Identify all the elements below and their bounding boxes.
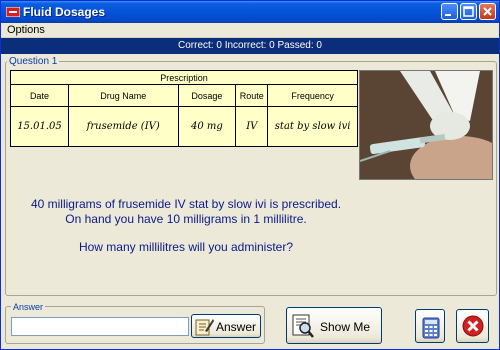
answer-button-label: Answer — [216, 320, 257, 334]
maximize-icon — [463, 6, 474, 17]
show-me-label: Show Me — [320, 320, 371, 334]
answer-legend: Answer — [11, 302, 46, 312]
exit-button[interactable] — [456, 309, 489, 343]
menu-bar: Options — [1, 23, 499, 38]
title-bar[interactable]: Fluid Dosages — [1, 1, 499, 23]
score-status-bar: Correct: 0 Incorrect: 0 Passed: 0 — [1, 38, 499, 54]
maximize-button[interactable] — [460, 3, 477, 20]
calculator-button[interactable] — [415, 309, 445, 343]
cell-drug: frusemide (IV) — [67, 106, 179, 147]
question-legend: Question 1 — [7, 56, 60, 67]
minimize-button[interactable] — [441, 3, 458, 20]
app-window: Fluid Dosages Options Correct: 0 Incorre… — [0, 0, 500, 350]
cell-route: IV — [235, 106, 269, 147]
col-header-drug: Drug Name — [67, 84, 179, 107]
col-header-date: Date — [10, 84, 69, 107]
calculator-icon — [422, 317, 440, 339]
app-icon — [6, 7, 20, 17]
prescription-title: Prescription — [10, 70, 358, 85]
show-me-button[interactable]: Show Me — [286, 307, 382, 344]
close-window-button[interactable] — [479, 3, 496, 20]
injection-photo — [359, 70, 493, 180]
col-header-route: Route — [235, 84, 269, 107]
answer-input[interactable] — [11, 317, 189, 336]
cell-dosage: 40 mg — [177, 106, 237, 147]
question-ask: How many millilitres will you administer… — [78, 240, 294, 254]
question-line-1: 40 milligrams of frusemide IV stat by sl… — [30, 197, 342, 211]
injection-illustration — [360, 71, 492, 179]
prescription-table: Prescription Date Drug Name Dosage Route… — [10, 70, 358, 147]
question-line-2: On hand you have 10 milligrams in 1 mill… — [65, 212, 307, 226]
hand-writing-icon — [195, 319, 214, 336]
close-icon — [483, 7, 492, 16]
answer-button[interactable]: Answer — [191, 314, 261, 338]
col-header-frequency: Frequency — [267, 84, 358, 107]
question-text: 40 milligrams of frusemide IV stat by sl… — [11, 197, 361, 255]
cell-date: 15.01.05 — [10, 106, 69, 147]
table-row: 15.01.05 frusemide (IV) 40 mg IV stat by… — [10, 106, 358, 147]
magnifier-document-icon — [292, 314, 314, 338]
close-icon — [462, 315, 484, 337]
minimize-icon — [445, 14, 451, 16]
col-header-dosage: Dosage — [177, 84, 237, 107]
menu-options[interactable]: Options — [7, 24, 45, 36]
window-title: Fluid Dosages — [23, 5, 106, 19]
cell-frequency: stat by slow ivi — [267, 106, 358, 147]
